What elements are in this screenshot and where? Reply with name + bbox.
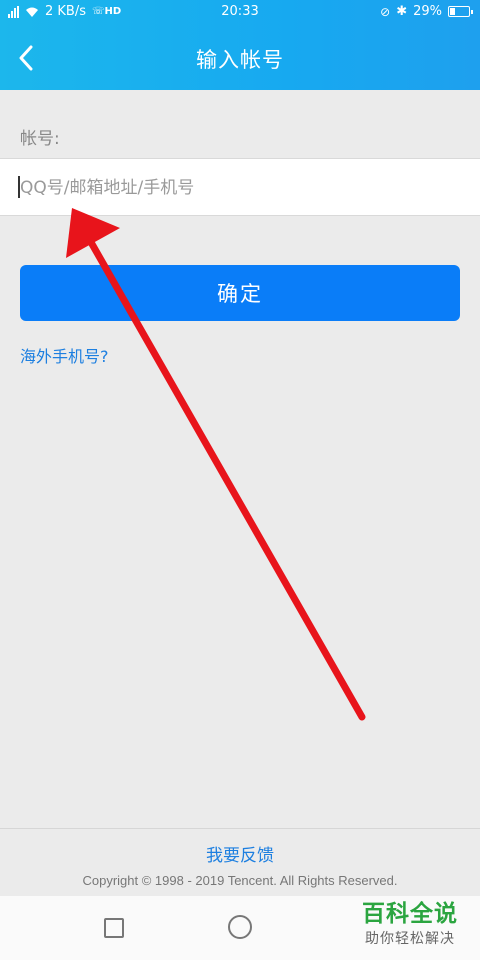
feedback-link[interactable]: 我要反馈 (0, 841, 480, 866)
watermark-subtitle: 助你轻松解决 (365, 931, 455, 947)
battery-icon (448, 6, 473, 17)
account-input-container (0, 158, 480, 216)
header-bar: 2 KB/s ☏HD 20:33 ⊘ ✱ 29% 输入帐号 (0, 0, 480, 90)
footer-divider (0, 828, 480, 829)
account-input[interactable] (18, 169, 462, 207)
annotation-arrow (66, 208, 366, 721)
home-button[interactable] (228, 915, 252, 939)
page-title: 输入帐号 (196, 48, 284, 72)
account-label: 帐号: (20, 129, 60, 149)
status-bar: 2 KB/s ☏HD 20:33 ⊘ ✱ 29% (0, 0, 480, 26)
bluetooth-icon: ✱ (396, 4, 408, 19)
overseas-phone-link[interactable]: 海外手机号? (20, 343, 109, 367)
confirm-button[interactable]: 确定 (20, 265, 460, 321)
navigation-bar: 输入帐号 (0, 34, 480, 84)
recents-button[interactable] (104, 918, 124, 938)
watermark-title: 百科全说 (362, 901, 458, 927)
nfc-icon: ⊘ (380, 4, 391, 19)
watermark-logo: 百科全说 助你轻松解决 (350, 900, 470, 956)
copyright-text: Copyright © 1998 - 2019 Tencent. All Rig… (82, 873, 398, 888)
battery-percent: 29% (413, 4, 442, 19)
